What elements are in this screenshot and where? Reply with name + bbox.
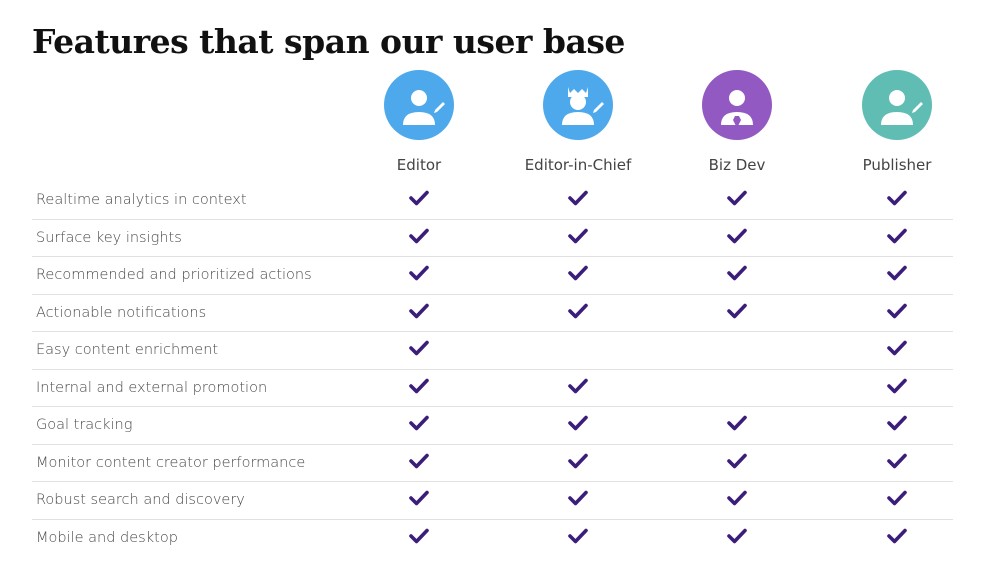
checkmark-icon	[409, 340, 429, 356]
checkmark-icon	[409, 228, 429, 244]
checkmark-icon	[568, 415, 588, 431]
role-column-editor-in-chief: Editor-in-Chief	[498, 70, 658, 174]
user-edit-icon	[384, 70, 454, 140]
feature-label: Realtime analytics in context	[36, 192, 247, 209]
checkmark-icon	[727, 453, 747, 469]
feature-label: Easy content enrichment	[36, 342, 219, 359]
checkmark-icon	[568, 528, 588, 544]
role-column-editor: Editor	[339, 70, 499, 174]
checkmark-icon	[409, 490, 429, 506]
table-row: Actionable notifications	[32, 295, 953, 332]
checkmark-icon	[568, 453, 588, 469]
checkmark-icon	[727, 190, 747, 206]
checkmark-icon	[887, 303, 907, 319]
checkmark-icon	[409, 415, 429, 431]
checkmark-icon	[568, 190, 588, 206]
checkmark-icon	[409, 528, 429, 544]
checkmark-icon	[727, 265, 747, 281]
role-column-biz-dev: Biz Dev	[657, 70, 817, 174]
feature-label: Goal tracking	[36, 417, 133, 434]
checkmark-icon	[727, 228, 747, 244]
table-row: Recommended and prioritized actions	[32, 257, 953, 295]
checkmark-icon	[887, 340, 907, 356]
feature-label: Recommended and prioritized actions	[36, 267, 312, 284]
checkmark-icon	[568, 228, 588, 244]
table-row: Robust search and discovery	[32, 482, 953, 520]
checkmark-icon	[568, 378, 588, 394]
checkmark-icon	[568, 490, 588, 506]
user-tie-icon	[702, 70, 772, 140]
role-label: Editor-in-Chief	[524, 156, 632, 174]
checkmark-icon	[887, 453, 907, 469]
table-row: Easy content enrichment	[32, 332, 953, 370]
table-row: Mobile and desktop	[32, 520, 953, 558]
role-label: Editor	[396, 156, 442, 174]
checkmark-icon	[409, 265, 429, 281]
feature-label: Monitor content creator performance	[36, 454, 306, 471]
user-edit-icon	[862, 70, 932, 140]
checkmark-icon	[887, 415, 907, 431]
table-row: Internal and external promotion	[32, 370, 953, 407]
role-label: Biz Dev	[708, 156, 766, 174]
feature-label: Robust search and discovery	[36, 492, 245, 509]
checkmark-icon	[568, 303, 588, 319]
role-label: Publisher	[862, 156, 932, 174]
feature-label: Surface key insights	[36, 229, 182, 246]
table-row: Monitor content creator performance	[32, 445, 953, 482]
page-title: Features that span our user base	[32, 22, 625, 61]
table-row: Goal tracking	[32, 407, 953, 445]
checkmark-icon	[887, 228, 907, 244]
checkmark-icon	[887, 528, 907, 544]
checkmark-icon	[409, 303, 429, 319]
role-column-publisher: Publisher	[817, 70, 977, 174]
checkmark-icon	[727, 415, 747, 431]
checkmark-icon	[409, 453, 429, 469]
checkmark-icon	[887, 190, 907, 206]
user-crown-edit-icon	[543, 70, 613, 140]
feature-label: Actionable notifications	[36, 304, 207, 321]
feature-label: Internal and external promotion	[36, 379, 268, 396]
checkmark-icon	[409, 190, 429, 206]
checkmark-icon	[887, 378, 907, 394]
checkmark-icon	[409, 378, 429, 394]
checkmark-icon	[887, 265, 907, 281]
feature-label: Mobile and desktop	[36, 530, 178, 547]
feature-table: Realtime analytics in context Surface key…	[32, 182, 953, 557]
checkmark-icon	[727, 528, 747, 544]
table-row: Surface key insights	[32, 220, 953, 257]
checkmark-icon	[727, 303, 747, 319]
checkmark-icon	[727, 490, 747, 506]
table-row: Realtime analytics in context	[32, 182, 953, 220]
checkmark-icon	[887, 490, 907, 506]
checkmark-icon	[568, 265, 588, 281]
